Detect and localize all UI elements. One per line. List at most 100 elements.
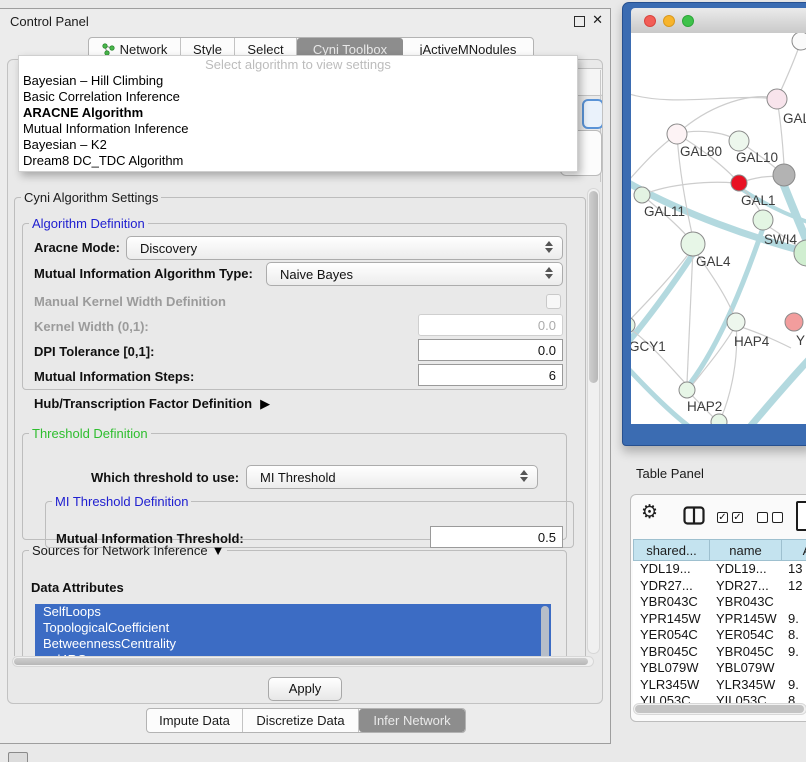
node-gal80[interactable] bbox=[667, 124, 687, 144]
cell[interactable]: 13 bbox=[781, 561, 806, 578]
mac-zoom-button[interactable] bbox=[682, 15, 694, 27]
list-item[interactable]: TopologicalCoefficient bbox=[35, 620, 551, 636]
list-item[interactable]: BetweennessCentrality bbox=[35, 636, 551, 652]
settings-horizontal-scrollbar[interactable] bbox=[12, 656, 594, 667]
column-layout-icon[interactable] bbox=[683, 506, 705, 525]
cell[interactable]: YPR145W bbox=[633, 611, 709, 628]
tab-discretize-data[interactable]: Discretize Data bbox=[243, 709, 359, 732]
close-panel-icon[interactable]: ✕ bbox=[592, 12, 603, 28]
manual-kernel-checkbox[interactable] bbox=[546, 294, 561, 309]
dropdown-item[interactable]: Bayesian – K2 bbox=[19, 137, 577, 153]
table-document-icon[interactable] bbox=[796, 501, 806, 531]
float-window-icon[interactable] bbox=[574, 16, 585, 27]
combobox-stepper-icon bbox=[545, 241, 553, 253]
node-swi4[interactable] bbox=[753, 210, 773, 230]
node-salmon[interactable] bbox=[785, 313, 803, 331]
cell[interactable]: 9. bbox=[781, 644, 806, 661]
cell[interactable] bbox=[781, 594, 806, 611]
cell[interactable]: YPR145W bbox=[709, 611, 781, 628]
mi-steps-field[interactable]: 6 bbox=[418, 364, 563, 386]
table-row[interactable]: YPR145W YPR145W 9. bbox=[633, 611, 806, 628]
node-gal11[interactable] bbox=[634, 187, 650, 203]
cell[interactable]: YBR045C bbox=[633, 644, 709, 661]
collapse-arrow-icon[interactable]: ▼ bbox=[212, 543, 225, 558]
select-all-checkbox-icon[interactable]: ✓ bbox=[732, 512, 743, 523]
scrollbar-thumb[interactable] bbox=[589, 191, 598, 383]
scrollbar-thumb[interactable] bbox=[635, 705, 804, 713]
list-item[interactable]: SelfLoops bbox=[35, 604, 551, 620]
mac-close-button[interactable] bbox=[644, 15, 656, 27]
dpi-tolerance-field[interactable]: 0.0 bbox=[418, 339, 563, 361]
cell[interactable]: YBR043C bbox=[709, 594, 781, 611]
expand-arrow-icon[interactable]: ▶ bbox=[260, 396, 270, 412]
node-gal10[interactable] bbox=[729, 131, 749, 151]
tab-impute-data[interactable]: Impute Data bbox=[147, 709, 243, 732]
deselect-checkbox-icon[interactable] bbox=[772, 512, 783, 523]
table-row[interactable]: YBL079W YBL079W bbox=[633, 660, 806, 677]
scrollbar-thumb[interactable] bbox=[14, 658, 588, 665]
table-horizontal-scrollbar[interactable] bbox=[633, 703, 806, 715]
cell[interactable]: YBL079W bbox=[709, 660, 781, 677]
node-hap4[interactable] bbox=[727, 313, 745, 331]
node-label: GAL10 bbox=[736, 150, 778, 165]
node-top-cut[interactable] bbox=[792, 33, 806, 50]
table-row[interactable]: YER054C YER054C 8. bbox=[633, 627, 806, 644]
cell[interactable]: 12 bbox=[781, 578, 806, 595]
dropdown-item[interactable]: Bayesian – Hill Climbing bbox=[19, 73, 577, 89]
apply-button[interactable]: Apply bbox=[268, 677, 342, 701]
dropdown-item[interactable]: Mutual Information Inference bbox=[19, 121, 577, 137]
table-row[interactable]: YDL19... YDL19... 13 bbox=[633, 561, 806, 578]
dropdown-item[interactable]: Basic Correlation Inference bbox=[19, 89, 577, 105]
cell[interactable]: YLR345W bbox=[709, 677, 781, 694]
hub-section-label: Hub/Transcription Factor Definition bbox=[34, 396, 252, 411]
network-view-window[interactable]: GAL GAL80 GAL10 GAL1 GAL11 SWI4 GAL4 GCY… bbox=[622, 2, 806, 446]
node-pink[interactable] bbox=[767, 89, 787, 109]
table-row[interactable]: YDR27... YDR27... 12 bbox=[633, 578, 806, 595]
cell[interactable]: 9. bbox=[781, 677, 806, 694]
cell[interactable]: YBL079W bbox=[633, 660, 709, 677]
column-header[interactable]: A bbox=[781, 539, 806, 561]
network-canvas[interactable]: GAL GAL80 GAL10 GAL1 GAL11 SWI4 GAL4 GCY… bbox=[631, 33, 806, 424]
node-hap2[interactable] bbox=[679, 382, 695, 398]
tab-infer-network[interactable]: Infer Network bbox=[359, 709, 465, 732]
mac-minimize-button[interactable] bbox=[663, 15, 675, 27]
dropdown-item[interactable]: Dream8 DC_TDC Algorithm bbox=[19, 153, 577, 169]
cell[interactable]: YDL19... bbox=[709, 561, 781, 578]
minimized-panel-icon[interactable] bbox=[8, 752, 28, 762]
node-gray[interactable] bbox=[773, 164, 795, 186]
network-nodes[interactable] bbox=[631, 33, 806, 424]
table-row[interactable]: YLR345W YLR345W 9. bbox=[633, 677, 806, 694]
hub-transcription-factor-section[interactable]: Hub/Transcription Factor Definition ▶ bbox=[34, 396, 270, 412]
cell[interactable] bbox=[781, 660, 806, 677]
cell[interactable]: YBR045C bbox=[709, 644, 781, 661]
node-gal1-red[interactable] bbox=[731, 175, 747, 191]
tab-label: Infer Network bbox=[373, 713, 450, 728]
network-window-titlebar[interactable] bbox=[631, 8, 806, 34]
cell[interactable]: YER054C bbox=[633, 627, 709, 644]
cell[interactable]: YER054C bbox=[709, 627, 781, 644]
mi-algorithm-type-label: Mutual Information Algorithm Type: bbox=[34, 266, 253, 281]
node-bottom-cut[interactable] bbox=[711, 414, 727, 424]
node-gal4[interactable] bbox=[681, 232, 705, 256]
column-header[interactable]: name bbox=[709, 539, 781, 561]
cell[interactable]: YBR043C bbox=[633, 594, 709, 611]
cell[interactable]: 8. bbox=[781, 627, 806, 644]
cell[interactable]: YDR27... bbox=[633, 578, 709, 595]
cell[interactable]: YDL19... bbox=[633, 561, 709, 578]
select-all-checkbox-icon[interactable]: ✓ bbox=[717, 512, 728, 523]
table-row[interactable]: YBR043C YBR043C bbox=[633, 594, 806, 611]
column-header[interactable]: shared... bbox=[633, 539, 709, 561]
aracne-mode-combobox[interactable]: Discovery bbox=[126, 236, 563, 260]
list-scrollbar[interactable] bbox=[541, 606, 549, 656]
cell[interactable]: YDR27... bbox=[709, 578, 781, 595]
dropdown-item-selected[interactable]: ARACNE Algorithm bbox=[19, 105, 577, 121]
which-threshold-combobox[interactable]: MI Threshold bbox=[246, 465, 538, 489]
gear-icon[interactable]: ⚙ bbox=[641, 503, 658, 523]
settings-vertical-scrollbar[interactable] bbox=[587, 188, 600, 654]
deselect-checkbox-icon[interactable] bbox=[757, 512, 768, 523]
data-attributes-list[interactable]: SelfLoops TopologicalCoefficient Between… bbox=[35, 604, 551, 656]
mi-algorithm-type-combobox[interactable]: Naive Bayes bbox=[266, 262, 563, 286]
cell[interactable]: YLR345W bbox=[633, 677, 709, 694]
table-row[interactable]: YBR045C YBR045C 9. bbox=[633, 644, 806, 661]
cell[interactable]: 9. bbox=[781, 611, 806, 628]
